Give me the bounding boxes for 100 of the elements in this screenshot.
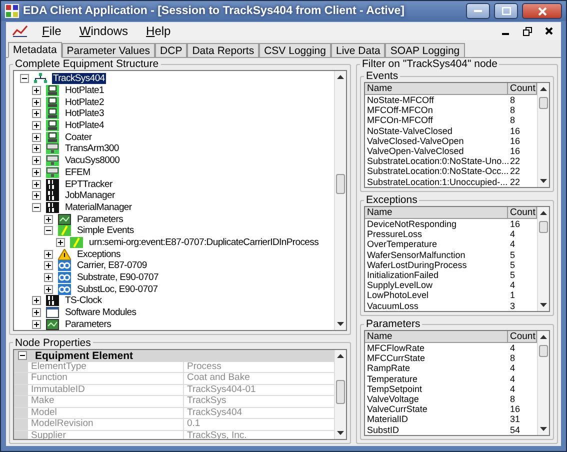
tree-item[interactable]: Coater (64, 132, 93, 143)
scroll-up-icon[interactable] (540, 335, 547, 339)
list-row[interactable]: SubstID 54 (365, 424, 537, 435)
scroll-up-icon[interactable] (337, 75, 344, 79)
list-row[interactable]: SubstrateLocation:0:NoState-Uno...22 (365, 156, 537, 166)
tree-item[interactable]: EFEM (64, 166, 92, 178)
list-row[interactable]: SubstrateLocation:0:NoState-Occ...22 (365, 166, 537, 176)
expand-toggle[interactable] (32, 86, 41, 96)
list-row[interactable]: MFCFlowRate 4 (365, 343, 537, 354)
tree-item[interactable]: Carrier, E87-0709 (76, 260, 148, 272)
list-row[interactable]: MFCOff-MFCOn 8 (365, 105, 537, 116)
scroll-up-icon[interactable] (337, 354, 344, 358)
list-row[interactable]: RampRate 4 (365, 363, 537, 374)
tab[interactable]: DCP (155, 43, 188, 57)
tab[interactable]: Parameter Values (62, 43, 156, 57)
scroll-up-icon[interactable] (540, 87, 547, 91)
expand-toggle[interactable] (44, 226, 53, 236)
list-row[interactable]: NoState-MFCOff 8 (365, 95, 537, 106)
expand-toggle[interactable] (44, 214, 53, 224)
tree-item[interactable]: TrackSys404 (52, 73, 106, 84)
scrollbar[interactable] (537, 331, 549, 435)
list-row[interactable]: SubstrateLocation:1:Unoccupied-... 22 (365, 176, 537, 187)
expand-toggle[interactable] (32, 168, 41, 177)
list-row[interactable]: MaterialID 31 (365, 414, 537, 424)
list-row[interactable]: OverTemperature 4 (365, 239, 537, 250)
tree-item[interactable]: TransArm300 (64, 143, 120, 154)
close-button[interactable] (543, 25, 555, 37)
column-header[interactable]: Count (508, 207, 537, 219)
menu-item[interactable]: Windows (75, 24, 132, 38)
scroll-down-icon[interactable] (337, 431, 344, 435)
expand-toggle[interactable] (32, 144, 41, 154)
scroll-down-icon[interactable] (337, 322, 344, 326)
column-header[interactable]: Count (508, 83, 537, 95)
scrollbar[interactable] (334, 71, 346, 330)
tab[interactable]: CSV Logging (259, 43, 331, 57)
expand-toggle[interactable] (44, 273, 53, 282)
tree-item[interactable]: TS-Clock (64, 295, 103, 306)
tree-item[interactable]: HotPlate1 (64, 85, 106, 96)
scrollbar-thumb[interactable] (539, 221, 548, 233)
minimize-button[interactable] (466, 3, 490, 19)
expand-toggle[interactable] (32, 180, 41, 189)
list-row[interactable]: InitializationFailed 5 (365, 270, 537, 280)
column-header[interactable]: Name (365, 331, 508, 343)
column-header[interactable]: Count (508, 331, 537, 343)
expand-toggle[interactable] (32, 121, 41, 130)
list-row[interactable]: WaferSensorMalfunction 5 (365, 250, 537, 260)
restore-button[interactable] (521, 25, 533, 37)
list-row[interactable]: PressureLoss 4 (365, 229, 537, 240)
expand-toggle[interactable] (44, 250, 53, 259)
list-row[interactable]: MFCOn-MFCOff 8 (365, 115, 537, 126)
close-button[interactable] (522, 3, 562, 19)
column-header[interactable]: Name (365, 207, 508, 219)
scrollbar[interactable] (537, 207, 549, 311)
expand-toggle[interactable] (32, 156, 41, 166)
tree-item[interactable]: Substrate, E90-0707 (76, 272, 160, 284)
tab[interactable]: Metadata (8, 42, 62, 58)
tree-item[interactable]: VacuSys8000 (64, 155, 121, 166)
tab[interactable]: SOAP Logging (385, 43, 465, 57)
list-row[interactable]: MFCCurrState 8 (365, 353, 537, 364)
category-header[interactable]: Equipment Element (14, 350, 334, 362)
column-header[interactable]: Name (365, 83, 508, 95)
menu-item[interactable]: Help (142, 24, 175, 38)
tree-item[interactable]: SubstLoc, E90-0707 (76, 284, 159, 295)
scrollbar[interactable] (334, 350, 346, 439)
maximize-button[interactable] (494, 3, 518, 19)
expand-toggle[interactable] (32, 132, 41, 142)
expand-toggle[interactable] (32, 202, 41, 212)
scrollbar-thumb[interactable] (539, 97, 548, 109)
tree-item[interactable]: JobManager (64, 190, 116, 202)
expand-toggle[interactable] (56, 238, 65, 247)
list-row[interactable]: TempSetpoint 4 (365, 384, 537, 394)
expand-toggle[interactable] (32, 320, 41, 329)
list-row[interactable]: LowPhotoLevel 1 (365, 290, 537, 300)
tree-item[interactable]: HotPlate2 (64, 96, 106, 108)
tree-item[interactable]: Software Modules (64, 307, 138, 318)
scrollbar-thumb[interactable] (336, 174, 345, 194)
scrollbar-thumb[interactable] (336, 380, 345, 404)
tab[interactable]: Data Reports (187, 43, 260, 57)
expand-toggle[interactable] (44, 261, 53, 270)
tree-item[interactable]: Parameters (64, 318, 112, 330)
tree-item[interactable]: Parameters (76, 214, 124, 225)
scrollbar-thumb[interactable] (539, 345, 548, 357)
list-row[interactable]: ValveClosed-ValveOpen 16 (365, 136, 537, 146)
expand-toggle[interactable] (44, 284, 53, 294)
collapse-toggle[interactable] (18, 351, 27, 360)
tree-item[interactable]: MaterialManager (64, 202, 133, 213)
expand-toggle[interactable] (32, 191, 41, 200)
list-row[interactable]: VacuumLoss 3 (365, 300, 537, 311)
tree-item[interactable]: urn:semi-org:event:E87-0707:DuplicateCarrierIDInProcess (88, 236, 320, 248)
scroll-up-icon[interactable] (540, 211, 547, 215)
list-row[interactable]: DeviceNotResponding 16 (365, 219, 537, 230)
expand-toggle[interactable] (20, 74, 29, 84)
list-row[interactable]: ValveVoltage 8 (365, 394, 537, 404)
expand-toggle[interactable] (32, 296, 41, 306)
scroll-down-icon[interactable] (540, 179, 547, 183)
list-row[interactable]: ValveCurrState 16 (365, 404, 537, 414)
list-row[interactable]: ValveOpen-ValveClosed 16 (365, 146, 537, 156)
scrollbar[interactable] (537, 83, 549, 187)
tree-item[interactable]: HotPlate4 (64, 120, 106, 132)
list-row[interactable]: NoState-ValveClosed 16 (365, 126, 537, 136)
